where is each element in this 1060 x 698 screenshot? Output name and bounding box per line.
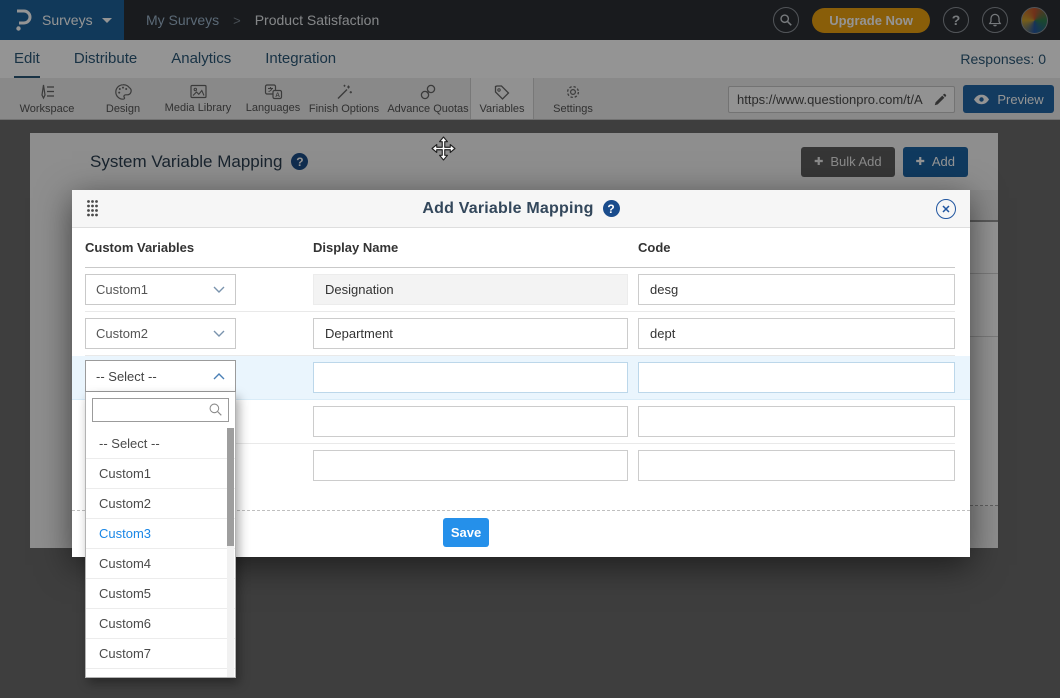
custom-variable-select[interactable]: Custom2 (85, 318, 236, 349)
dropdown-option-custom4[interactable]: Custom4 (86, 548, 235, 578)
select-value: -- Select -- (96, 369, 157, 384)
modal-title: Add Variable Mapping (422, 200, 593, 218)
display-name-input[interactable] (313, 274, 628, 305)
dropdown-option-select[interactable]: -- Select -- (86, 428, 235, 458)
modal-help-icon[interactable]: ? (603, 200, 620, 217)
drag-dots-icon (86, 199, 99, 218)
dropdown-option-custom1[interactable]: Custom1 (86, 458, 235, 488)
mapping-row-2: Custom2 (85, 312, 955, 356)
chevron-up-icon (213, 373, 225, 380)
dropdown-option-custom7[interactable]: Custom7 (86, 638, 235, 668)
mapping-row-1: Custom1 (85, 268, 955, 312)
close-icon[interactable]: ✕ (936, 199, 956, 219)
custom-variable-dropdown: -- Select -- -- Select -- Custom1 Custom… (85, 360, 236, 678)
code-input[interactable] (638, 274, 955, 305)
display-name-input[interactable] (313, 450, 628, 481)
dropdown-option-custom2[interactable]: Custom2 (86, 488, 235, 518)
column-header-code: Code (638, 240, 955, 255)
dropdown-option-list: -- Select -- Custom1 Custom2 Custom3 Cus… (86, 428, 235, 677)
code-input[interactable] (638, 362, 955, 393)
select-value: Custom1 (96, 282, 148, 297)
dropdown-option-custom3-highlighted[interactable]: Custom3 (86, 518, 235, 548)
dropdown-search (86, 392, 235, 428)
display-name-input[interactable] (313, 318, 628, 349)
code-input[interactable] (638, 406, 955, 437)
select-value: Custom2 (96, 326, 148, 341)
chevron-down-icon (213, 330, 225, 337)
column-header-custom-variables: Custom Variables (85, 240, 313, 255)
code-input[interactable] (638, 450, 955, 481)
modal-title-wrap: Add Variable Mapping ? (72, 200, 970, 218)
column-header-display-name: Display Name (313, 240, 638, 255)
display-name-input[interactable] (313, 406, 628, 437)
chevron-down-icon (213, 286, 225, 293)
column-headers: Custom Variables Display Name Code (85, 228, 955, 268)
save-button[interactable]: Save (443, 518, 489, 547)
dropdown-option-partial[interactable] (86, 668, 235, 677)
custom-variable-select[interactable]: Custom1 (85, 274, 236, 305)
dropdown-panel: -- Select -- Custom1 Custom2 Custom3 Cus… (85, 392, 236, 678)
display-name-input[interactable] (313, 362, 628, 393)
search-icon (208, 402, 223, 417)
dropdown-scrollbar-thumb[interactable] (227, 428, 234, 546)
questionpro-app: Surveys My Surveys > Product Satisfactio… (0, 0, 1060, 698)
select-trigger-open[interactable]: -- Select -- (85, 360, 236, 392)
modal-header: Add Variable Mapping ? ✕ (72, 190, 970, 228)
dropdown-scrollbar[interactable] (227, 428, 234, 677)
drag-handle[interactable] (86, 199, 99, 218)
code-input[interactable] (638, 318, 955, 349)
dropdown-option-custom5[interactable]: Custom5 (86, 578, 235, 608)
dropdown-option-custom6[interactable]: Custom6 (86, 608, 235, 638)
